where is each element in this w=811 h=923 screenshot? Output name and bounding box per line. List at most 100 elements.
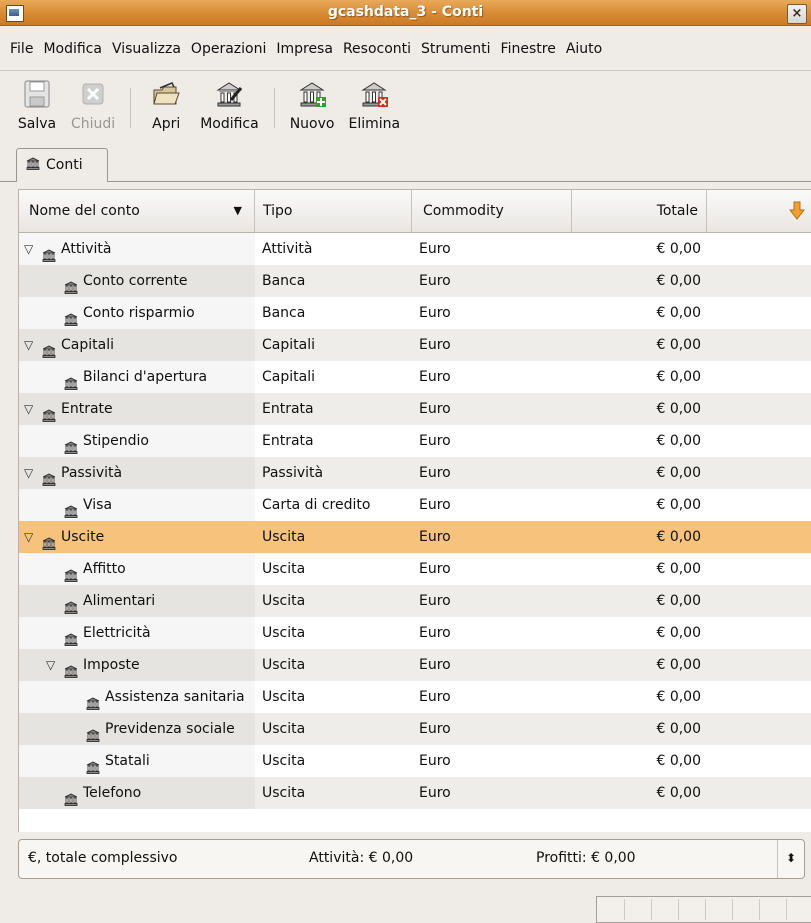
save-button[interactable]: Salva: [10, 78, 64, 132]
open-button[interactable]: Apri: [139, 78, 193, 132]
account-commodity: Euro: [419, 433, 451, 449]
account-commodity: Euro: [419, 657, 451, 673]
account-name-cell[interactable]: Conto risparmio: [19, 297, 255, 329]
account-name-cell[interactable]: Previdenza sociale: [19, 713, 255, 745]
account-name-cell[interactable]: Affitto: [19, 553, 255, 585]
account-total: € 0,00: [656, 497, 701, 513]
account-row[interactable]: Visa Carta di credito Euro € 0,00: [19, 489, 811, 521]
account-commodity: Euro: [419, 721, 451, 737]
account-name-cell[interactable]: ▽ Entrate: [19, 393, 255, 425]
account-name-cell[interactable]: Telefono: [19, 777, 255, 809]
bank-icon: [64, 370, 78, 390]
summary-currency: €, totale complessivo: [28, 850, 178, 866]
account-name-cell[interactable]: ▽ Imposte: [19, 649, 255, 681]
account-row[interactable]: Stipendio Entrata Euro € 0,00: [19, 425, 811, 457]
bank-icon: [64, 786, 78, 806]
account-name-cell[interactable]: Elettricità: [19, 617, 255, 649]
account-name: Previdenza sociale: [105, 721, 235, 737]
account-name-cell[interactable]: Visa: [19, 489, 255, 521]
bank-icon: [26, 157, 40, 170]
bank-icon: [42, 530, 56, 550]
arrow-down-icon: [789, 201, 805, 220]
column-chooser-button[interactable]: [707, 190, 811, 232]
menu-operazioni[interactable]: Operazioni: [186, 41, 271, 57]
account-name-cell[interactable]: Bilanci d'apertura: [19, 361, 255, 393]
column-header-type[interactable]: Tipo: [255, 190, 412, 232]
progress-segment: [705, 899, 706, 920]
account-row[interactable]: ▽ Imposte Uscita Euro € 0,00: [19, 649, 811, 681]
account-row[interactable]: Statali Uscita Euro € 0,00: [19, 745, 811, 777]
account-name: Telefono: [83, 785, 142, 801]
expander-icon[interactable]: ▽: [24, 457, 38, 489]
account-row[interactable]: ▽ Entrate Entrata Euro € 0,00: [19, 393, 811, 425]
account-name-cell[interactable]: ▽ Attività: [19, 233, 255, 265]
menu-file[interactable]: File: [5, 41, 38, 57]
expander-icon[interactable]: ▽: [24, 393, 38, 425]
account-name-cell[interactable]: Assistenza sanitaria: [19, 681, 255, 713]
account-type: Uscita: [262, 657, 306, 673]
account-total: € 0,00: [656, 337, 701, 353]
account-total: € 0,00: [656, 273, 701, 289]
account-commodity: Euro: [419, 337, 451, 353]
menu-strumenti[interactable]: Strumenti: [416, 41, 496, 57]
delete-label: Elimina: [348, 116, 401, 132]
edit-account-button[interactable]: Modifica: [193, 78, 266, 132]
close-tab-button[interactable]: Chiudi: [64, 78, 122, 132]
menu-impresa[interactable]: Impresa: [271, 41, 338, 57]
bank-icon: [64, 626, 78, 646]
menu-aiuto[interactable]: Aiuto: [561, 41, 607, 57]
new-account-icon: [296, 78, 328, 110]
summary-spin-button[interactable]: ⬍: [777, 840, 804, 878]
account-name-cell[interactable]: Alimentari: [19, 585, 255, 617]
account-row[interactable]: Elettricità Uscita Euro € 0,00: [19, 617, 811, 649]
account-name-cell[interactable]: Conto corrente: [19, 265, 255, 297]
delete-account-button[interactable]: Elimina: [341, 78, 407, 132]
account-row[interactable]: Bilanci d'apertura Capitali Euro € 0,00: [19, 361, 811, 393]
account-total: € 0,00: [656, 305, 701, 321]
account-row[interactable]: ▽ Passività Passività Euro € 0,00: [19, 457, 811, 489]
column-header-total[interactable]: Totale: [572, 190, 707, 232]
menu-modifica[interactable]: Modifica: [38, 41, 107, 57]
account-name: Capitali: [61, 337, 114, 353]
menu-visualizza[interactable]: Visualizza: [107, 41, 186, 57]
account-type: Uscita: [262, 529, 306, 545]
account-commodity: Euro: [419, 561, 451, 577]
account-name-cell[interactable]: Stipendio: [19, 425, 255, 457]
account-row[interactable]: Telefono Uscita Euro € 0,00: [19, 777, 811, 809]
expander-icon[interactable]: ▽: [24, 233, 38, 265]
bank-icon: [86, 754, 100, 774]
close-window-button[interactable]: ×: [787, 4, 807, 24]
toolbar-separator: [130, 88, 132, 128]
expander-icon[interactable]: ▽: [24, 329, 38, 361]
account-row[interactable]: Alimentari Uscita Euro € 0,00: [19, 585, 811, 617]
account-row[interactable]: Previdenza sociale Uscita Euro € 0,00: [19, 713, 811, 745]
account-row[interactable]: ▽ Uscite Uscita Euro € 0,00: [19, 521, 811, 553]
account-total: € 0,00: [656, 465, 701, 481]
account-name-cell[interactable]: ▽ Capitali: [19, 329, 255, 361]
account-row[interactable]: ▽ Capitali Capitali Euro € 0,00: [19, 329, 811, 361]
progress-segment: [651, 899, 652, 920]
account-row[interactable]: Conto risparmio Banca Euro € 0,00: [19, 297, 811, 329]
account-name-cell[interactable]: ▽ Passività: [19, 457, 255, 489]
accounts-tree[interactable]: Nome del conto ▼ Tipo Commodity Totale ▽…: [18, 189, 811, 832]
account-commodity: Euro: [419, 593, 451, 609]
account-total: € 0,00: [656, 433, 701, 449]
column-header-commodity[interactable]: Commodity: [412, 190, 572, 232]
account-row[interactable]: Conto corrente Banca Euro € 0,00: [19, 265, 811, 297]
menu-finestre[interactable]: Finestre: [496, 41, 561, 57]
expander-icon[interactable]: ▽: [46, 649, 60, 681]
summary-bar[interactable]: €, totale complessivo Attività: € 0,00 P…: [18, 839, 805, 879]
menu-resoconti[interactable]: Resoconti: [338, 41, 416, 57]
account-name-cell[interactable]: Statali: [19, 745, 255, 777]
close-label: Chiudi: [71, 116, 116, 132]
account-row[interactable]: Affitto Uscita Euro € 0,00: [19, 553, 811, 585]
expander-icon[interactable]: ▽: [24, 521, 38, 553]
account-name-cell[interactable]: ▽ Uscite: [19, 521, 255, 553]
tab-conti[interactable]: Conti: [16, 148, 108, 182]
bank-icon: [64, 498, 78, 518]
new-account-button[interactable]: Nuovo: [283, 78, 342, 132]
account-row[interactable]: ▽ Attività Attività Euro € 0,00: [19, 233, 811, 265]
account-row[interactable]: Assistenza sanitaria Uscita Euro € 0,00: [19, 681, 811, 713]
column-header-name[interactable]: Nome del conto ▼: [19, 190, 255, 232]
account-type: Banca: [262, 273, 306, 289]
